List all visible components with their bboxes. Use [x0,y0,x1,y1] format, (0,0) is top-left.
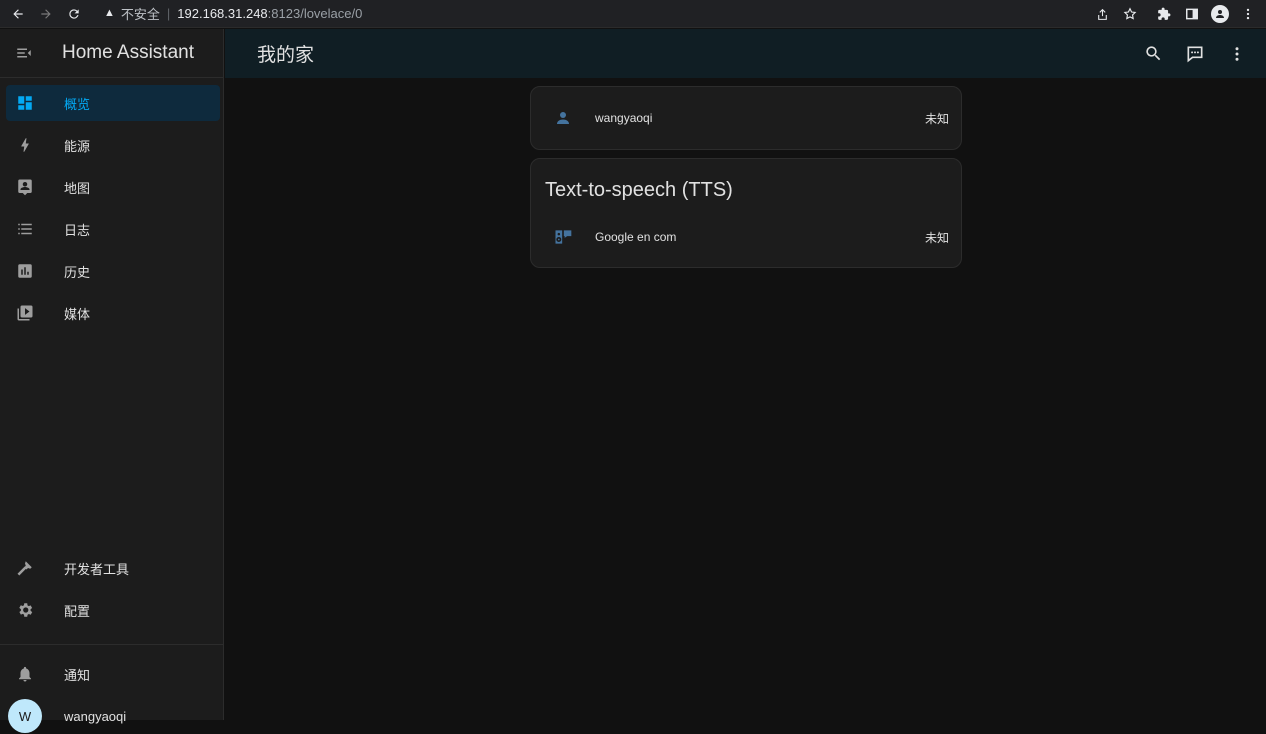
dashboard-icon [6,94,44,112]
sidebar-item-media[interactable]: 媒体 [6,295,220,331]
sidebar-item-logbook[interactable]: 日志 [6,211,220,247]
assist-icon [1187,46,1203,62]
arrow-left-icon [13,8,23,19]
entities-card: wangyaoqi 未知 [530,86,962,150]
sidebar-item-history[interactable]: 历史 [6,253,220,289]
sidebar-item-label: 历史 [64,264,91,280]
share-button[interactable] [1088,0,1116,28]
puzzle-icon [1158,7,1171,20]
sidebar-item-label: 地图 [64,180,91,196]
side-panel-icon [1186,8,1198,20]
entity-state: 未知 [924,111,949,126]
back-button[interactable] [4,0,32,28]
sidebar-item-label: 媒体 [64,306,91,322]
entity-row-tts[interactable]: Google en com 未知 [531,217,963,257]
side-panel-button[interactable] [1178,0,1206,28]
sidebar-divider [0,644,224,645]
chart-box-icon [6,262,44,280]
insecure-label: 不安全 [120,6,160,22]
page-title: 我的家 [257,45,315,66]
forward-button[interactable] [32,0,60,28]
app-header: 我的家 [225,29,1266,78]
sidebar-item-developer-tools[interactable]: 开发者工具 [6,550,220,586]
entity-row-person[interactable]: wangyaoqi 未知 [531,98,963,138]
reload-icon [69,8,79,19]
assist-button[interactable] [1174,33,1216,75]
sidebar-item-label: 开发者工具 [64,561,130,577]
speaker-message-icon [543,227,583,247]
entity-state: 未知 [924,230,949,245]
entity-name: Google en com [595,230,677,244]
sidebar-item-label: 配置 [64,603,91,619]
avatar: W [8,699,42,733]
browser-menu-button[interactable] [1234,0,1262,28]
search-button[interactable] [1132,33,1174,75]
share-icon [1097,8,1107,20]
sidebar-item-label: 概览 [64,96,91,112]
profile-button[interactable] [1206,0,1234,28]
sidebar-item-label: 通知 [64,667,91,683]
menu-collapse-icon [17,48,31,58]
lightning-icon [6,136,44,154]
sidebar-item-label: 能源 [64,138,91,154]
map-account-icon [6,178,44,196]
url-path: :8123/lovelace/0 [267,5,363,21]
reload-button[interactable] [60,0,88,28]
user-avatar: W [6,699,44,733]
sidebar-toggle-button[interactable] [0,29,48,77]
profile-avatar-icon [1211,5,1229,23]
more-options-button[interactable] [1216,33,1258,75]
sidebar-item-label: 日志 [64,222,91,238]
sidebar-item-energy[interactable]: 能源 [6,127,220,163]
tts-card: Text-to-speech (TTS) Google en com 未知 [530,158,962,268]
url-host: 192.168.31.248 [177,5,268,21]
sidebar-user-name: wangyaoqi [64,708,127,724]
browser-toolbar: ▲ 不安全 | 192.168.31.248 :8123/lovelace/0 [0,0,1266,28]
header-actions [1132,29,1258,78]
warning-icon: ▲ [104,7,115,19]
sidebar-item-map[interactable]: 地图 [6,169,220,205]
card-title: Text-to-speech (TTS) [545,179,733,201]
entity-name: wangyaoqi [595,111,653,125]
browser-actions [1088,0,1266,28]
star-icon [1123,7,1137,20]
sidebar-header: Home Assistant [0,29,223,78]
sidebar-item-profile[interactable]: W wangyaoqi [6,698,220,734]
sidebar-title: Home Assistant [62,42,194,63]
account-icon [543,109,583,127]
bookmark-button[interactable] [1116,0,1144,28]
more-vert-icon [1246,8,1250,20]
media-play-icon [6,304,44,322]
gear-icon [6,601,44,619]
list-icon [6,220,44,238]
sidebar: Home Assistant 概览 能源 地图 日志 历史 媒体 开发者工具 配… [0,29,224,733]
hammer-icon [6,559,44,577]
bell-icon [6,665,44,683]
sidebar-item-settings[interactable]: 配置 [6,592,220,628]
address-bar[interactable]: ▲ 不安全 | 192.168.31.248 :8123/lovelace/0 [94,2,1144,24]
sidebar-item-overview[interactable]: 概览 [6,85,220,121]
more-vert-icon [1235,46,1239,61]
search-icon [1145,46,1160,61]
sidebar-item-notifications[interactable]: 通知 [6,656,220,692]
arrow-right-icon [41,8,51,19]
extensions-button[interactable] [1150,0,1178,28]
omnibox-separator: | [166,5,171,21]
